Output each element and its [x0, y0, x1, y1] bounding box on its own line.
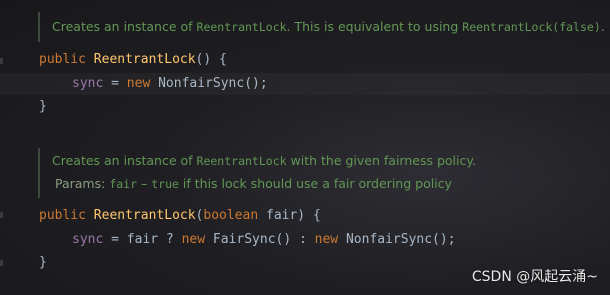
constructor-name: ReentrantLock [93, 52, 196, 67]
param-name: fair [109, 177, 138, 191]
javadoc-line: Creates an instance of ReentrantLock wit… [52, 153, 476, 168]
keyword-boolean: boolean [203, 208, 259, 223]
fold-marker[interactable] [0, 58, 3, 64]
doc-text: Creates an instance of [52, 19, 197, 34]
code-line-signature-2[interactable]: public ReentrantLock(boolean fair) { [39, 208, 321, 223]
keyword-new: new [126, 76, 151, 91]
javadoc-block-1: Creates an instance of ReentrantLock. Th… [38, 12, 608, 42]
code-text: FairSync() : [205, 232, 315, 247]
code-text: fair) { [258, 208, 321, 223]
keyword-new: new [181, 232, 206, 247]
class-reference[interactable]: ReentrantLock [197, 154, 287, 168]
doc-text: if this lock should use a fair ordering … [178, 176, 452, 191]
code-line-close-1[interactable]: } [39, 99, 47, 114]
keyword-public: public [39, 52, 86, 67]
field-sync: sync [72, 76, 104, 91]
keyword-new: new [314, 232, 339, 247]
code-line-body-2[interactable]: sync = fair ? new FairSync() : new Nonfa… [72, 232, 456, 247]
code-line-body-1[interactable]: sync = new NonfairSync(); [72, 76, 268, 91]
code-text: () { [195, 52, 227, 67]
method-reference[interactable]: ReentrantLock(false) [462, 20, 600, 34]
fold-marker[interactable] [0, 260, 3, 266]
code-line-close-2[interactable]: } [39, 255, 47, 270]
code-text: NonfairSync(); [338, 232, 456, 247]
code-text: NonfairSync(); [150, 76, 268, 91]
code-line-signature-1[interactable]: public ReentrantLock() { [39, 52, 227, 67]
javadoc-block-2: Creates an instance of ReentrantLock wit… [38, 148, 608, 198]
doc-text: . [600, 19, 605, 34]
javadoc-line: Creates an instance of ReentrantLock. Th… [52, 19, 605, 34]
params-label: Params: [55, 176, 110, 191]
code-text: = [103, 76, 127, 91]
param-value: true [151, 177, 179, 191]
doc-text: with the given fairness policy. [286, 153, 476, 168]
javadoc-params-line: Params: fair – true if this lock should … [55, 176, 452, 191]
doc-text: – [137, 176, 152, 191]
doc-text: Creates an instance of [52, 153, 197, 168]
field-sync: sync [72, 232, 104, 247]
doc-text: . This is equivalent to using [286, 19, 463, 34]
constructor-name: ReentrantLock [93, 208, 196, 223]
closing-brace: } [39, 99, 47, 114]
code-editor[interactable]: Creates an instance of ReentrantLock. Th… [0, 0, 610, 295]
closing-brace: } [39, 255, 47, 270]
fold-marker[interactable] [0, 212, 3, 218]
keyword-public: public [39, 208, 86, 223]
watermark: CSDN @风起云涌~ [471, 269, 598, 285]
code-text: = fair ? [103, 232, 182, 247]
class-reference[interactable]: ReentrantLock [197, 20, 287, 34]
